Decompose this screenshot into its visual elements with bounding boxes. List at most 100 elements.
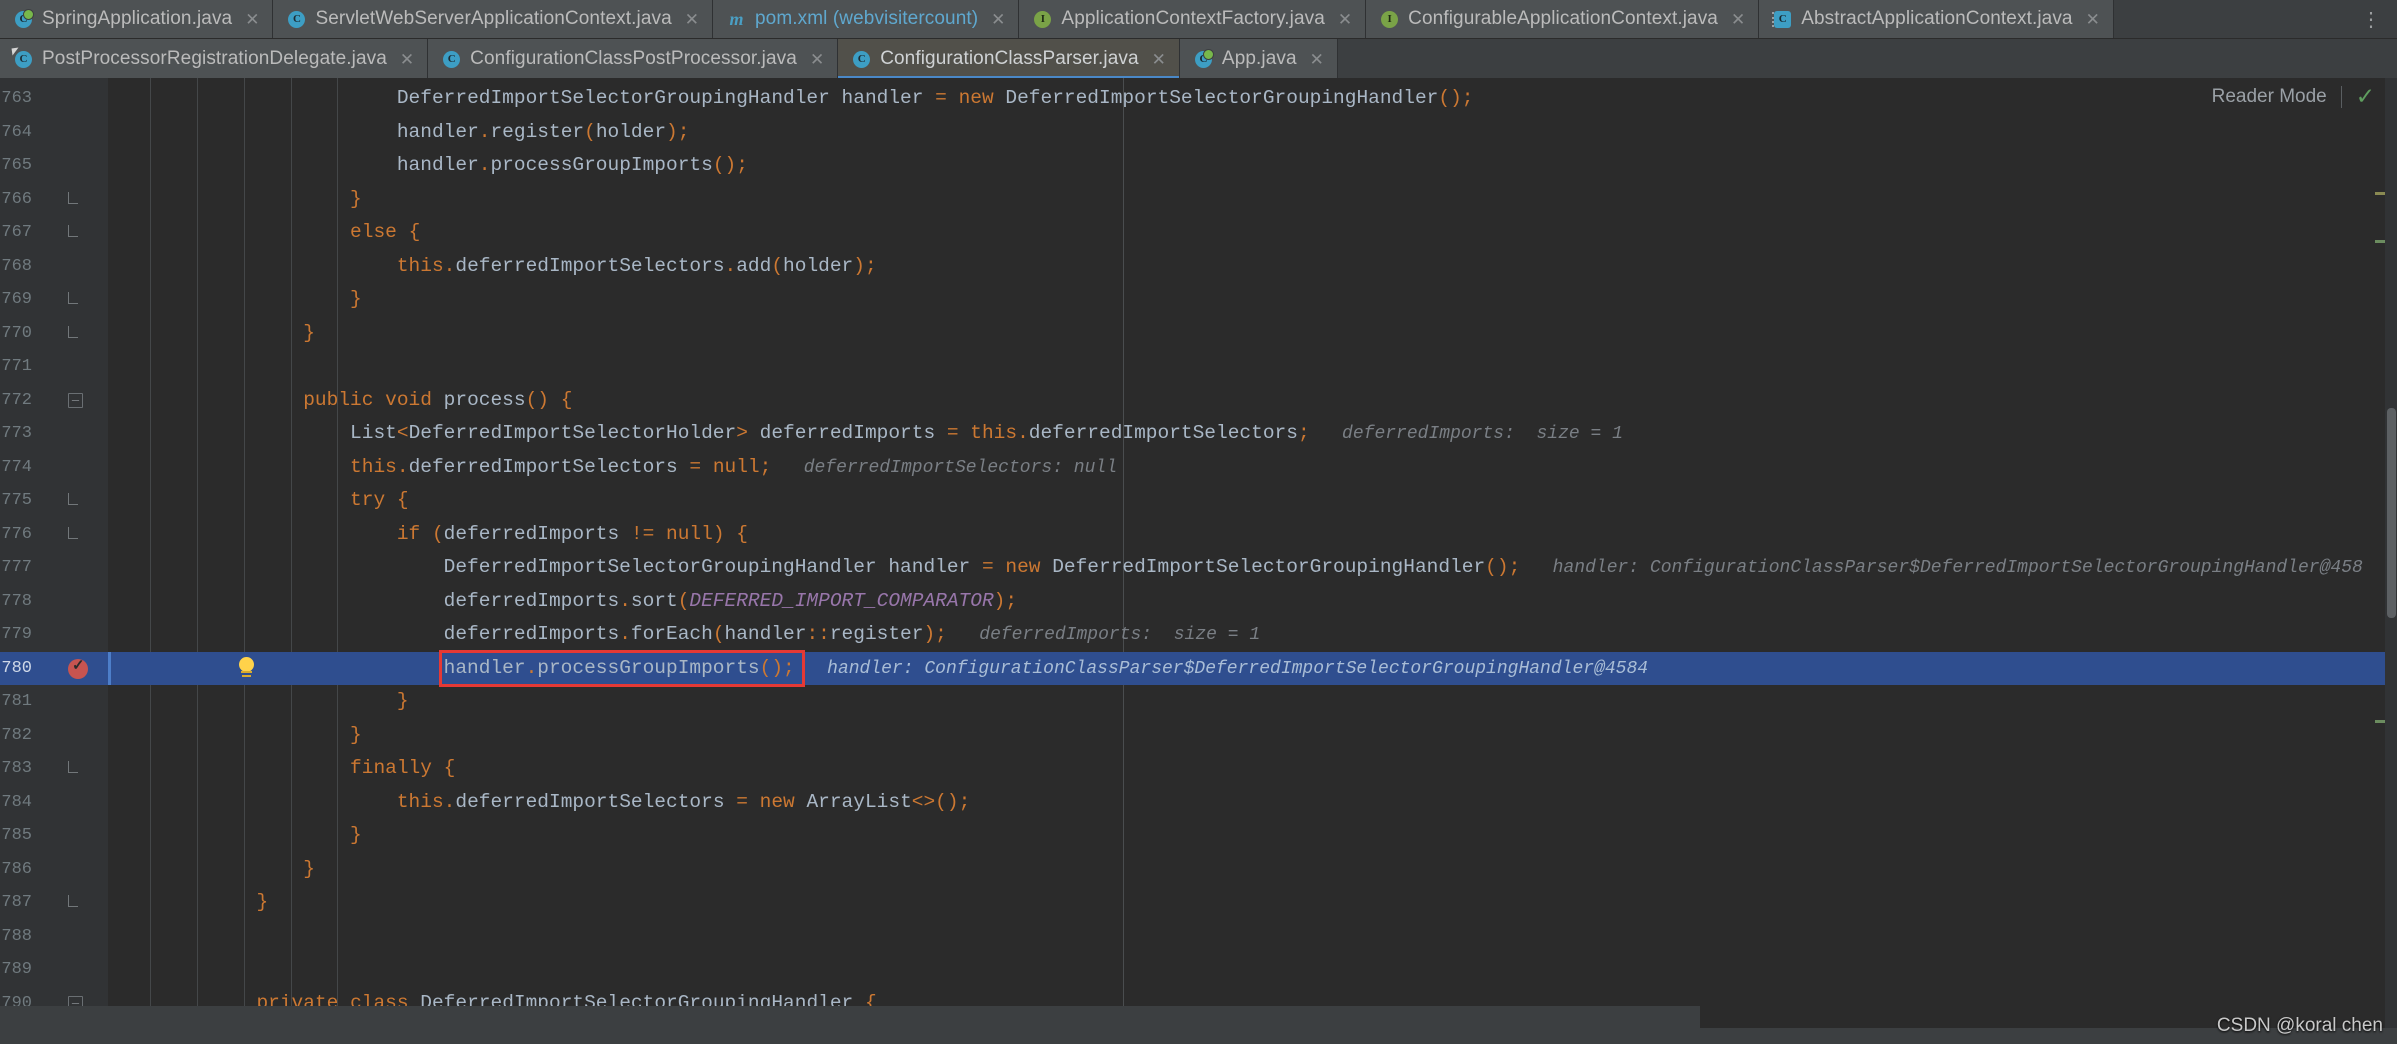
code-line[interactable]: } [108,719,2397,753]
tab-close-icon[interactable]: ✕ [1310,51,1324,68]
tab-app-java[interactable]: C App.java ✕ [1179,39,1338,79]
code-fold-marker[interactable] [68,292,81,305]
java-class-icon: C [442,50,461,69]
code-line[interactable]: } [108,283,2397,317]
tab-close-icon[interactable]: ✕ [1152,51,1166,68]
code-fold-marker[interactable] [68,191,81,205]
tabbar-filler-2 [1338,39,2397,79]
code-line[interactable]: } [108,685,2397,719]
tab-application-context-factory[interactable]: I ApplicationContextFactory.java ✕ [1019,0,1367,38]
code-line[interactable] [108,953,2397,987]
tab-overflow-menu-icon[interactable]: ⋮ [2353,0,2391,38]
editor-vertical-scrollbar[interactable] [2385,78,2397,1044]
line-number: 786 [1,859,32,879]
code-line[interactable]: DeferredImportSelectorGroupingHandler ha… [108,551,2397,585]
reader-mode-indicator[interactable]: Reader Mode ✓ [2212,85,2375,108]
code-line[interactable]: finally { [108,752,2397,786]
tab-servlet-web-server-application-context[interactable]: C ServletWebServerApplicationContext.jav… [273,0,713,38]
tab-configuration-class-post-processor[interactable]: C ConfigurationClassPostProcessor.java ✕ [428,39,839,79]
inline-debug-hint: handler: ConfigurationClassParser$Deferr… [1520,558,2363,578]
code-line[interactable]: } [108,819,2397,853]
tab-pom-xml[interactable]: m pom.xml (webvisitercount) ✕ [713,0,1020,38]
line-number: 778 [1,591,32,611]
tab-label: ApplicationContextFactory.java [1061,8,1325,29]
code-fold-marker[interactable] [68,225,81,238]
tab-label: pom.xml (webvisitercount) [755,8,979,29]
line-number: 767 [1,223,32,242]
tab-spring-application[interactable]: C SpringApplication.java ✕ [0,0,274,38]
code-fold-marker[interactable] [68,761,81,774]
code-editor[interactable]: 763 764 765 766 767 768 769 770 771 772 – 773 774 775… [0,78,2397,1044]
code-fold-marker[interactable] [68,493,81,506]
line-number: 776 [1,524,32,544]
tab-configuration-class-parser[interactable]: C ConfigurationClassParser.java ✕ [838,39,1180,79]
tab-close-icon[interactable]: ✕ [1338,11,1352,28]
java-class-icon: C [287,10,306,29]
breakpoint-verified-icon[interactable] [68,656,88,679]
tab-label: SpringApplication.java [42,8,233,29]
tab-label: ConfigurationClassPostProcessor.java [470,48,797,69]
code-line[interactable]: this.deferredImportSelectors.add(holder)… [108,250,2397,284]
code-line[interactable]: } [108,886,2397,920]
java-interface-icon: I [1033,10,1052,29]
code-line[interactable]: } [108,183,2397,217]
tab-close-icon[interactable]: ✕ [2086,11,2100,28]
code-line[interactable]: handler.register(holder); [108,116,2397,150]
tab-label: ServletWebServerApplicationContext.java [315,8,672,29]
tab-label: PostProcessorRegistrationDelegate.java [42,48,387,69]
line-number: 773 [1,424,32,443]
java-class-pinned-icon: C [14,50,33,69]
code-line[interactable]: } [108,853,2397,887]
code-line[interactable]: deferredImports.sort(DEFERRED_IMPORT_COM… [108,585,2397,619]
tab-close-icon[interactable]: ✕ [810,51,824,68]
code-fold-marker[interactable]: – [68,392,83,408]
inline-debug-hint: deferredImportSelectors: null [771,457,1117,478]
code-line[interactable]: handler.processGroupImports(); [108,149,2397,183]
code-fold-marker[interactable] [68,526,81,540]
code-line[interactable] [108,920,2397,954]
code-line[interactable]: if (deferredImports != null) { [108,518,2397,552]
code-line[interactable]: } [108,317,2397,351]
line-number: 785 [1,826,32,845]
tab-post-processor-registration-delegate[interactable]: C PostProcessorRegistrationDelegate.java… [0,39,429,79]
code-fold-marker[interactable] [68,895,81,908]
inline-debug-hint: deferredImports: size = 1 [946,625,1261,645]
tab-abstract-application-context[interactable]: C AbstractApplicationContext.java ✕ [1759,0,2114,38]
intention-bulb-icon[interactable] [236,656,258,681]
code-line[interactable]: DeferredImportSelectorGroupingHandler ha… [108,82,2397,116]
java-interface-icon: I [1380,10,1399,29]
code-line[interactable]: this.deferredImportSelectors = new Array… [108,786,2397,820]
scrollbar-marker[interactable] [2375,192,2385,195]
editor-tab-bar-row-2: C PostProcessorRegistrationDelegate.java… [0,39,2397,80]
scrollbar-thumb[interactable] [2387,408,2396,618]
spring-class-icon: C [1194,48,1214,69]
line-number: 780 [1,658,32,678]
reader-mode-check-icon[interactable]: ✓ [2356,85,2375,108]
line-number: 769 [1,290,32,309]
code-line[interactable]: List<DeferredImportSelectorHolder> defer… [108,417,2397,451]
tab-close-icon[interactable]: ✕ [991,11,1005,28]
scrollbar-marker[interactable] [2375,240,2385,243]
tab-close-icon[interactable]: ✕ [400,51,414,68]
code-line[interactable]: deferredImports.forEach(handler::registe… [108,618,2397,652]
code-line[interactable] [108,350,2397,384]
line-number: 770 [1,323,32,343]
line-number: 781 [1,692,32,711]
code-line[interactable]: else { [108,216,2397,250]
tab-close-icon[interactable]: ✕ [685,11,699,28]
editor-gutter[interactable]: 763 764 765 766 767 768 769 770 771 772 – 773 774 775… [0,78,108,1044]
code-line[interactable]: public void process() { [108,384,2397,418]
editor-tab-bar-row-1: C SpringApplication.java ✕ C ServletWebS… [0,0,2397,39]
watermark-text: CSDN @koral chen [2216,1015,2383,1036]
tab-close-icon[interactable]: ✕ [245,11,259,28]
scrollbar-marker[interactable] [2375,720,2385,723]
code-fold-marker[interactable] [68,325,81,339]
tab-close-icon[interactable]: ✕ [1731,11,1745,28]
inline-debug-hint: deferredImports: size = 1 [1309,424,1623,444]
code-line[interactable]: try { [108,484,2397,518]
code-content-area[interactable]: DeferredImportSelectorGroupingHandler ha… [108,78,2397,1044]
code-line[interactable]: this.deferredImportSelectors = null; def… [108,451,2397,485]
code-line[interactable]: handler.processGroupImports(); handler: … [108,652,2397,686]
tab-configurable-application-context[interactable]: I ConfigurableApplicationContext.java ✕ [1366,0,1760,38]
line-number: 766 [1,189,32,209]
